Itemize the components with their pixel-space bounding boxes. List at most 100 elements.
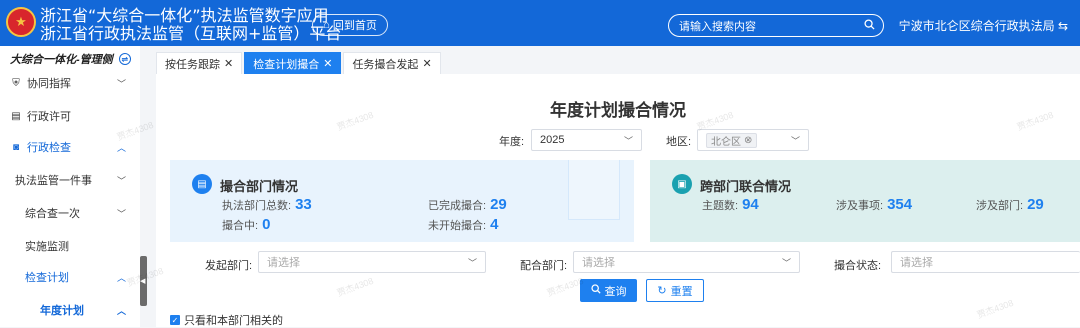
search-icon <box>590 284 601 297</box>
sidebar-item-label: 年度计划 <box>40 305 84 317</box>
chevron-down-icon: ﹀ <box>116 78 126 89</box>
tab-label: 按任务跟踪 <box>165 58 220 71</box>
chevron-down-icon: ﹀ <box>116 208 126 219</box>
clipboard-icon: ▤ <box>192 174 212 194</box>
status-select[interactable]: 请选择 <box>891 251 1080 273</box>
region-select[interactable]: 北仑区 ⊗ ﹀ <box>697 129 809 151</box>
sidebar-item-xietong[interactable]: ⛨ 协同指挥 ﹀ <box>0 68 140 98</box>
initiator-select[interactable]: 请选择 ﹀ <box>258 251 486 273</box>
switch-icon[interactable]: ⇆ <box>1058 19 1068 33</box>
stat-value: 0 <box>262 216 271 233</box>
close-icon[interactable]: ✕ <box>224 57 233 70</box>
tab-task-tracking[interactable]: 按任务跟踪 ✕ <box>156 52 243 74</box>
initiator-label: 发起部门: <box>205 260 253 272</box>
tab-task-initiation[interactable]: 任务撮合发起 ✕ <box>343 52 441 74</box>
home-button-label: 回到首页 <box>332 20 377 32</box>
year-value: 2025 <box>540 134 565 146</box>
status-label: 撮合状态: <box>834 260 882 272</box>
stat-value: 29 <box>1027 196 1044 213</box>
stat-value: 354 <box>887 196 913 213</box>
sidebar-item-yijianshi[interactable]: 执法监管一件事 ﹀ <box>0 165 140 195</box>
chevron-down-icon: ﹀ <box>467 257 477 268</box>
tab-bar: 按任务跟踪 ✕ 检查计划撮合 ✕ 任务撮合发起 ✕ <box>156 52 443 74</box>
tab-label: 任务撮合发起 <box>352 58 419 71</box>
refresh-icon: ↻ <box>657 285 667 297</box>
sidebar-collapse-handle[interactable]: ◀ <box>140 256 147 306</box>
search-placeholder: 请输入搜索内容 <box>679 20 756 33</box>
status-placeholder: 请选择 <box>900 257 933 269</box>
search-icon[interactable] <box>864 18 875 33</box>
chevron-down-icon: ﹀ <box>116 175 126 186</box>
initiator-placeholder: 请选择 <box>267 257 300 269</box>
stat-value: 29 <box>490 196 507 213</box>
stat-topics: 主题数: 94 <box>702 196 759 213</box>
collapse-icon[interactable]: ⇌ <box>118 53 131 65</box>
chevron-down-icon: ﹀ <box>790 135 800 146</box>
home-icon: ⌂ <box>323 19 330 31</box>
partner-placeholder: 请选择 <box>582 257 615 269</box>
sidebar-item-label: 行政检查 <box>27 142 71 154</box>
region-tag-label: 北仑区 <box>711 136 741 148</box>
clipboard-illustration <box>568 160 620 220</box>
related-only-checkbox[interactable]: ✓ 只看和本部门相关的 <box>170 312 283 328</box>
inspect-icon: ◙ <box>12 141 20 153</box>
chevron-up-icon: ︿ <box>116 272 126 283</box>
tab-label: 检查计划撮合 <box>253 58 320 71</box>
emblem-logo: ★ <box>6 7 36 37</box>
stat-value: 4 <box>490 216 499 233</box>
document-icon: ▤ <box>11 110 21 122</box>
sidebar-item-label: 行政许可 <box>27 111 71 123</box>
app-title-line1: 浙江省“大综合一体化”执法监管数字应用 <box>40 6 329 25</box>
chevron-up-icon: ︿ <box>116 142 126 153</box>
partner-select[interactable]: 请选择 ﹀ <box>573 251 800 273</box>
checkbox-label: 只看和本部门相关的 <box>184 315 283 327</box>
cross-dept-card: ▣ 跨部门联合情况 主题数: 94 涉及事项: 354 涉及部门: 29 <box>650 160 1080 242</box>
stat-label: 未开始撮合: <box>428 220 487 232</box>
page-title: 年度计划撮合情况 <box>550 101 686 120</box>
sidebar-heading-label: 大综合一体化-管理侧 <box>10 54 113 66</box>
sidebar-item-jihua[interactable]: 检查计划 ︿ <box>0 262 140 292</box>
search-input[interactable]: 请输入搜索内容 <box>668 14 884 37</box>
stat-in-progress: 撮合中: 0 <box>222 216 270 233</box>
shield-icon: ⛨ <box>12 77 20 89</box>
watermark: 贾杰4308 <box>335 275 375 299</box>
stat-not-started: 未开始撮合: 4 <box>428 216 498 233</box>
region-label: 地区: <box>666 136 692 148</box>
stat-label: 主题数: <box>702 200 739 212</box>
card-title: 跨部门联合情况 <box>700 179 792 194</box>
tab-plan-matching[interactable]: 检查计划撮合 ✕ <box>244 52 342 74</box>
sidebar-item-jiancha[interactable]: ◙ 行政检查 ︿ <box>0 132 140 162</box>
sidebar: 大综合一体化-管理侧 ⇌ ⛨ 协同指挥 ﹀ ▤ 行政许可 ◙ 行政检查 ︿ 执法… <box>0 46 140 327</box>
sidebar-item-label: 执法监管一件事 <box>15 175 92 187</box>
region-tag[interactable]: 北仑区 ⊗ <box>706 132 758 148</box>
close-icon[interactable]: ✕ <box>323 57 332 70</box>
stat-value: 33 <box>295 196 312 213</box>
stat-value: 94 <box>742 196 759 213</box>
stat-depts: 涉及部门: 29 <box>976 196 1044 213</box>
sidebar-item-niandu[interactable]: 年度计划 ︿ <box>0 295 140 325</box>
org-switcher[interactable]: 宁波市北仑区综合行政执法局 ⇆ <box>899 17 1068 34</box>
chevron-down-icon: ﹀ <box>623 135 633 146</box>
reset-button[interactable]: ↻ 重置 <box>646 279 704 302</box>
sidebar-item-zonghe[interactable]: 综合查一次 ﹀ <box>0 198 140 228</box>
stat-items: 涉及事项: 354 <box>836 196 912 213</box>
reset-button-label: 重置 <box>670 285 693 298</box>
sidebar-item-jiance[interactable]: 实施监测 <box>0 231 140 261</box>
stat-label: 涉及部门: <box>976 200 1024 212</box>
book-icon: ▣ <box>672 174 692 194</box>
year-label: 年度: <box>499 136 525 148</box>
close-icon[interactable]: ✕ <box>422 57 431 70</box>
dept-matching-card: ▤ 撮合部门情况 执法部门总数: 33 已完成撮合: 29 撮合中: 0 未开始… <box>170 160 634 242</box>
stat-label: 执法部门总数: <box>222 200 292 212</box>
checkbox-checked-icon[interactable]: ✓ <box>170 315 180 325</box>
sidebar-item-label: 协同指挥 <box>27 78 71 90</box>
main-panel: 年度计划撮合情况 年度: 2025 ﹀ 地区: 北仑区 ⊗ ﹀ ▤ 撮合部门情况… <box>116 74 1080 328</box>
top-header: ★ 浙江省“大综合一体化”执法监管数字应用 浙江省行政执法监管（互联网+监管）平… <box>0 0 1080 46</box>
home-button[interactable]: ⌂ 回到首页 <box>312 14 388 36</box>
sidebar-item-label: 检查计划 <box>25 272 69 284</box>
org-name: 宁波市北仑区综合行政执法局 <box>898 19 1055 33</box>
close-circle-icon[interactable]: ⊗ <box>744 135 752 146</box>
sidebar-item-xukeke[interactable]: ▤ 行政许可 <box>0 101 140 131</box>
year-select[interactable]: 2025 ﹀ <box>531 129 642 151</box>
query-button[interactable]: 查询 <box>580 279 637 302</box>
